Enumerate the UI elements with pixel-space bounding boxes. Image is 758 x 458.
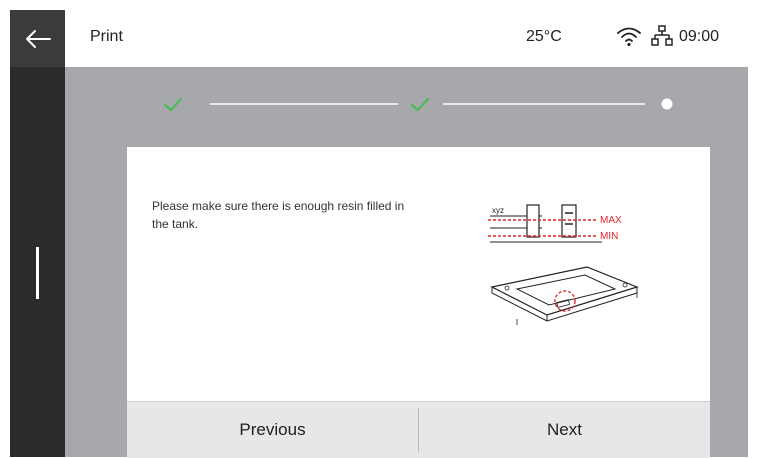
max-label: MAX [600, 215, 622, 226]
wifi-icon [617, 27, 641, 47]
temperature-readout: 25°C [526, 28, 562, 45]
step-2-check-icon [411, 98, 429, 111]
page-title: Print [90, 28, 123, 45]
sidebar [10, 10, 65, 457]
back-button[interactable] [10, 10, 65, 67]
step-3-dot-icon [661, 98, 673, 110]
progress-stepper [164, 98, 673, 111]
content-area: Please make sure there is enough resin f… [65, 67, 748, 458]
dialog-button-bar: Previous Next [127, 401, 710, 458]
sidebar-indicator [36, 247, 39, 299]
next-button[interactable]: Next [419, 402, 710, 458]
resin-check-dialog: Please make sure there is enough resin f… [127, 147, 710, 458]
svg-text:xyz: xyz [492, 206, 504, 215]
back-arrow-icon [25, 29, 51, 48]
resin-tank-illustration: xyz MAX MIN [488, 204, 639, 325]
clock: 09:00 [679, 28, 720, 45]
top-bar: Print 25°C 09:00 [65, 10, 748, 68]
dialog-message: Please make sure there is enough resin f… [152, 199, 405, 231]
previous-button[interactable]: Previous [127, 402, 418, 458]
min-label: MIN [600, 231, 618, 242]
network-icon [651, 25, 673, 46]
step-1-check-icon [164, 98, 182, 111]
